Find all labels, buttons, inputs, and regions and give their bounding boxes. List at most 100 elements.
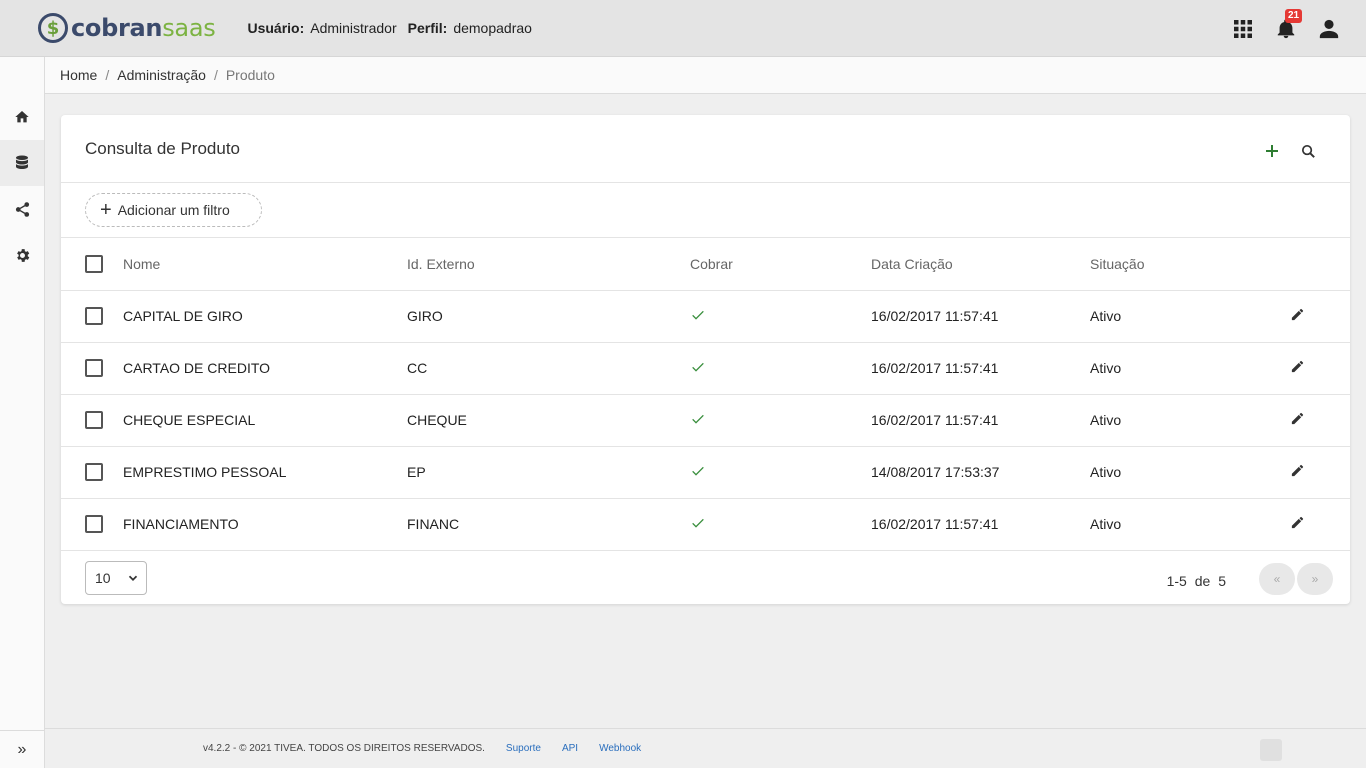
cell-situacao: Ativo <box>1090 446 1290 499</box>
check-icon <box>692 414 704 424</box>
add-button[interactable] <box>1260 139 1284 163</box>
table-row[interactable]: CAPITAL DE GIRO GIRO 16/02/2017 11:57:41 At… <box>61 290 1350 343</box>
breadcrumb-separator: / <box>213 67 218 83</box>
table-header-row: Nome Id. Externo Cobrar Data Criação Sit… <box>61 238 1350 291</box>
column-header-data-criacao[interactable]: Data Criação <box>871 238 1090 291</box>
row-checkbox[interactable] <box>85 359 103 377</box>
search-icon <box>1301 144 1315 158</box>
edit-button[interactable] <box>1290 463 1305 481</box>
pencil-icon <box>1291 360 1304 373</box>
user-value: Administrador <box>310 20 397 36</box>
plus-icon <box>1266 145 1278 157</box>
cell-situacao: Ativo <box>1090 394 1290 447</box>
pagination-total: 5 <box>1218 572 1226 589</box>
check-icon <box>692 518 704 528</box>
cell-id-externo: EP <box>407 446 690 499</box>
cell-nome: CAPITAL DE GIRO <box>123 290 407 343</box>
footer: v4.2.2 - © 2021 TIVEA. TODOS OS DIREITOS… <box>45 728 1366 768</box>
pagination-range: 1-5 <box>1166 572 1187 589</box>
cell-data-criacao: 16/02/2017 11:57:41 <box>871 394 1090 447</box>
column-header-nome[interactable]: Nome <box>123 238 407 291</box>
breadcrumb-administracao[interactable]: Administração <box>117 67 206 83</box>
plus-icon: + <box>100 199 112 221</box>
column-header-cobrar[interactable]: Cobrar <box>690 238 871 291</box>
footer-logo-icon <box>1260 739 1282 761</box>
user-account-icon[interactable] <box>1317 17 1341 41</box>
sidebar-expand-button[interactable]: » <box>0 730 44 768</box>
cell-data-criacao: 16/02/2017 11:57:41 <box>871 290 1090 343</box>
cell-id-externo: CC <box>407 342 690 395</box>
add-filter-button[interactable]: + Adicionar um filtro <box>85 193 262 227</box>
column-header-situacao[interactable]: Situação <box>1090 238 1290 291</box>
sidebar: » <box>0 57 45 768</box>
logo-text: cobransaas <box>71 14 216 42</box>
cell-situacao: Ativo <box>1090 342 1290 395</box>
row-checkbox[interactable] <box>85 515 103 533</box>
column-header-id-externo[interactable]: Id. Externo <box>407 238 690 291</box>
notifications-bell-icon[interactable]: 21 <box>1274 8 1303 41</box>
table-row[interactable]: FINANCIAMENTO FINANC 16/02/2017 11:57:41 At… <box>61 498 1350 551</box>
cell-id-externo: GIRO <box>407 290 690 343</box>
user-label: Usuário: <box>247 20 305 36</box>
user-info: Usuário: Administrador Perfil: demopadra… <box>247 20 531 36</box>
cell-nome: CARTAO DE CREDITO <box>123 342 407 395</box>
previous-page-button[interactable]: « <box>1259 562 1295 595</box>
cell-nome: FINANCIAMENTO <box>123 498 407 551</box>
add-filter-label: Adicionar um filtro <box>117 202 230 218</box>
cell-data-criacao: 16/02/2017 11:57:41 <box>871 342 1090 395</box>
pencil-icon <box>1291 516 1304 529</box>
check-icon <box>692 310 704 320</box>
cell-data-criacao: 16/02/2017 11:57:41 <box>871 498 1090 551</box>
table-row[interactable]: CARTAO DE CREDITO CC 16/02/2017 11:57:41 At… <box>61 342 1350 395</box>
cell-situacao: Ativo <box>1090 498 1290 551</box>
notification-badge: 21 <box>1285 8 1303 23</box>
edit-button[interactable] <box>1290 411 1305 429</box>
cell-cobrar <box>690 342 871 395</box>
footer-link-suporte[interactable]: Suporte <box>506 743 541 754</box>
apps-grid-icon[interactable] <box>1231 17 1255 41</box>
cell-cobrar <box>690 290 871 343</box>
check-icon <box>692 362 704 372</box>
edit-button[interactable] <box>1290 359 1305 377</box>
breadcrumb: Home / Administração / Produto <box>45 57 1366 94</box>
cell-cobrar <box>690 446 871 499</box>
cell-cobrar <box>690 498 871 551</box>
check-icon <box>692 466 704 476</box>
pagination-info: 1-5 de 5 <box>1165 573 1228 589</box>
cell-id-externo: CHEQUE <box>407 394 690 447</box>
footer-link-api[interactable]: API <box>562 743 578 754</box>
cell-nome: CHEQUE ESPECIAL <box>123 394 407 447</box>
table-row[interactable]: EMPRESTIMO PESSOAL EP 14/08/2017 17:53:37 A… <box>61 446 1350 499</box>
cell-nome: EMPRESTIMO PESSOAL <box>123 446 407 499</box>
profile-value: demopadrao <box>453 20 532 36</box>
row-checkbox[interactable] <box>85 411 103 429</box>
gear-icon <box>16 248 29 262</box>
products-table: Nome Id. Externo Cobrar Data Criação Sit… <box>61 238 1350 551</box>
row-checkbox[interactable] <box>85 307 103 325</box>
sidebar-item-home[interactable] <box>0 94 44 140</box>
next-page-button[interactable]: » <box>1297 562 1333 595</box>
footer-link-webhook[interactable]: Webhook <box>599 743 641 754</box>
pencil-icon <box>1291 464 1304 477</box>
breadcrumb-home[interactable]: Home <box>60 67 97 83</box>
product-query-card: Consulta de Produto + Adicionar um filtr… <box>61 115 1350 604</box>
logo[interactable]: $ cobransaas <box>38 13 216 43</box>
edit-button[interactable] <box>1290 515 1305 533</box>
cell-cobrar <box>690 394 871 447</box>
sidebar-item-share[interactable] <box>0 186 44 232</box>
chevron-down-icon <box>128 575 138 581</box>
pagination-of: de <box>1194 572 1211 589</box>
select-all-checkbox[interactable] <box>85 254 103 273</box>
edit-button[interactable] <box>1290 307 1305 325</box>
cell-situacao: Ativo <box>1090 290 1290 343</box>
sidebar-item-settings[interactable] <box>0 232 44 278</box>
pencil-icon <box>1291 412 1304 425</box>
table-row[interactable]: CHEQUE ESPECIAL CHEQUE 16/02/2017 11:57:41… <box>61 394 1350 447</box>
logo-mark-icon: $ <box>38 13 68 43</box>
row-checkbox[interactable] <box>85 463 103 481</box>
database-icon <box>16 155 28 169</box>
sidebar-item-database[interactable] <box>0 140 44 186</box>
page-size-select[interactable]: 10 <box>85 560 147 595</box>
breadcrumb-separator: / <box>105 67 110 83</box>
search-button[interactable] <box>1296 139 1320 163</box>
